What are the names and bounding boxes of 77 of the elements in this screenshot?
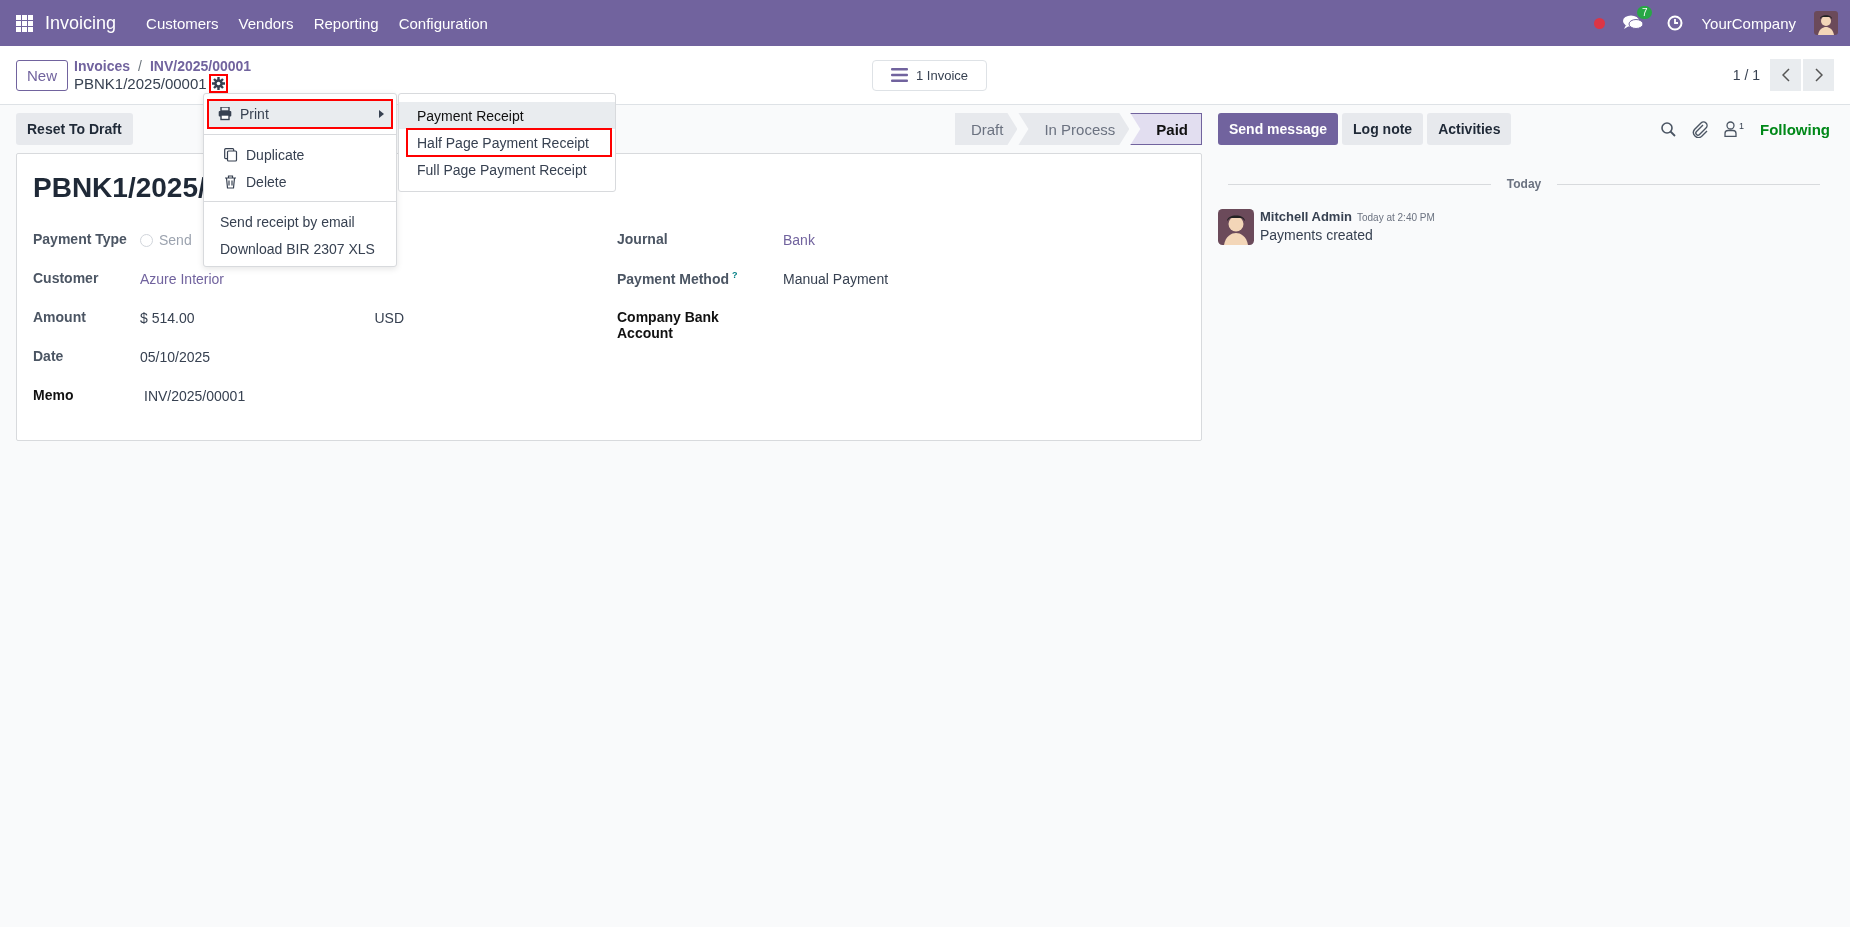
chatter-button[interactable]: Send message — [1218, 113, 1339, 145]
message-author: Mitchell Admin — [1260, 209, 1352, 224]
app-name[interactable]: Invoicing — [33, 12, 137, 34]
field-label: Amount — [33, 309, 86, 325]
menu-item-label: Duplicate — [246, 146, 305, 163]
smart-button-label: 1 Invoice — [916, 67, 969, 83]
field-value: $ 514.00 — [140, 310, 195, 326]
menu-item-label: Download BIR 2307 XLS — [220, 240, 375, 257]
menu-item-label: Send receipt by email — [220, 213, 355, 230]
field-link[interactable]: Azure Interior — [140, 271, 225, 287]
status-step[interactable]: Draft — [954, 113, 1018, 145]
field-value: Manual Payment — [783, 271, 889, 287]
field-link[interactable]: Bank — [783, 232, 815, 248]
chevron-left-icon — [1781, 68, 1790, 82]
submenu-item[interactable]: Half Page Payment Receipt — [407, 129, 611, 156]
record-name: PBNK1/2025/00001 — [74, 75, 207, 92]
chatter-button[interactable]: Activities — [1427, 113, 1512, 145]
paperclip-icon[interactable] — [1692, 120, 1708, 138]
menu-item[interactable]: Duplicate — [204, 141, 396, 168]
currency-value: USD — [374, 310, 405, 326]
radio-label: Send — [159, 232, 192, 248]
field-label: Date — [33, 348, 64, 364]
field-label: Company Bank Account — [617, 309, 719, 341]
date-separator: Today — [1506, 177, 1542, 191]
chevron-right-icon — [1814, 68, 1823, 82]
breadcrumb-separator: / — [138, 58, 142, 74]
menu-item[interactable]: Configuration — [388, 14, 498, 32]
follower-count: 1 — [1739, 121, 1744, 131]
message-time: Today at 2:40 PM — [1356, 212, 1435, 223]
menu-item[interactable]: Vendors — [228, 14, 304, 32]
invoice-smart-button[interactable]: 1 Invoice — [872, 59, 988, 91]
reset-to-draft-button[interactable]: Reset To Draft — [16, 113, 133, 145]
user-avatar-icon[interactable] — [1814, 11, 1838, 35]
field-label: Customer — [33, 270, 99, 286]
chatter-button[interactable]: Log note — [1342, 113, 1424, 145]
field-value: INV/2025/00001 — [143, 388, 246, 404]
printer-icon — [218, 107, 232, 121]
company-name[interactable]: YourCompany — [1701, 14, 1796, 32]
author-avatar-icon — [1218, 209, 1254, 245]
menu-item[interactable]: Send receipt by email — [204, 208, 396, 235]
apps-menu-icon[interactable] — [16, 14, 33, 32]
status-dot-icon — [1594, 17, 1606, 29]
following-button[interactable]: Following — [1760, 120, 1830, 138]
field-value: 05/10/2025 — [140, 349, 211, 365]
trash-icon — [224, 174, 238, 189]
caret-right-icon — [379, 110, 384, 118]
settings-icon — [211, 77, 225, 90]
chat-icon[interactable] — [1623, 15, 1644, 31]
menu-item[interactable]: Download BIR 2307 XLS — [204, 235, 396, 262]
menu-item-label: Delete — [246, 173, 287, 190]
menu-item[interactable]: Print — [208, 100, 392, 128]
message-count-badge: 7 — [1636, 6, 1653, 19]
breadcrumb-link[interactable]: INV/2025/00001 — [149, 58, 252, 74]
submenu-item[interactable]: Payment Receipt — [399, 102, 615, 129]
menu-item-label: Print — [240, 106, 269, 122]
copy-icon — [224, 147, 238, 162]
list-icon — [891, 68, 908, 82]
search-icon[interactable] — [1661, 121, 1676, 137]
person-icon[interactable] — [1724, 121, 1737, 137]
menu-item[interactable]: Reporting — [303, 14, 389, 32]
menu-item[interactable]: Customers — [136, 14, 229, 32]
new-button[interactable]: New — [16, 59, 68, 91]
gear-button[interactable] — [210, 76, 226, 91]
status-step[interactable]: In Process — [1018, 113, 1130, 145]
message-body: Payments created — [1260, 227, 1374, 243]
field-label: Payment Method — [617, 270, 729, 287]
status-step[interactable]: Paid — [1130, 113, 1202, 145]
menu-item[interactable]: Delete — [204, 168, 396, 195]
help-tooltip[interactable]: ? — [732, 270, 738, 280]
submenu-item[interactable]: Full Page Payment Receipt — [399, 156, 605, 183]
pager-value: 1 / 1 — [1732, 67, 1760, 83]
field-label: Memo — [33, 387, 74, 403]
field-label: Journal — [617, 231, 668, 247]
clock-icon[interactable] — [1667, 15, 1684, 31]
field-label: Payment Type — [33, 231, 127, 247]
breadcrumb-link[interactable]: Invoices — [74, 58, 131, 74]
record-title: PBNK1/2025/ — [33, 172, 206, 204]
